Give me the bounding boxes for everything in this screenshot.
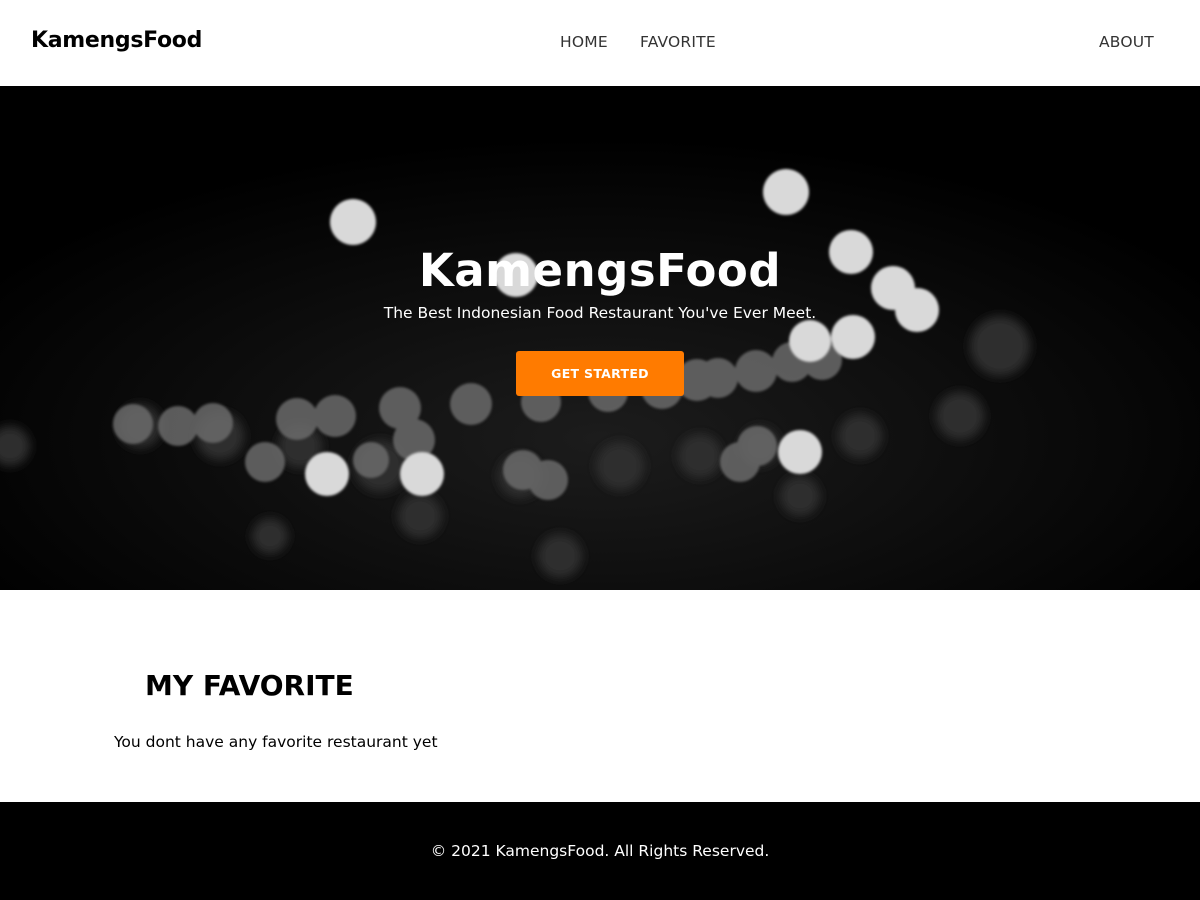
footer-copyright: © 2021 KamengsFood. All Rights Reserved. xyxy=(430,842,770,860)
footer: © 2021 KamengsFood. All Rights Reserved. xyxy=(0,802,1200,900)
hero-background-image xyxy=(0,86,1200,590)
hero-section: KamengsFood The Best Indonesian Food Res… xyxy=(0,86,1200,590)
section-title: MY FAVORITE xyxy=(145,669,354,702)
nav-link-about[interactable]: ABOUT xyxy=(1099,33,1154,51)
navbar: KamengsFood HOME FAVORITE ABOUT xyxy=(0,0,1200,86)
empty-favorites-message: You dont have any favorite restaurant ye… xyxy=(114,733,438,751)
nav-link-home[interactable]: HOME xyxy=(560,33,608,51)
get-started-button[interactable]: GET STARTED xyxy=(516,351,684,396)
brand-logo[interactable]: KamengsFood xyxy=(31,28,202,53)
favorites-section: MY FAVORITE You dont have any favorite r… xyxy=(0,590,1200,802)
nav-link-favorite[interactable]: FAVORITE xyxy=(640,33,716,51)
hero-title: KamengsFood xyxy=(418,244,782,297)
hero-tagline: The Best Indonesian Food Restaurant You'… xyxy=(383,304,817,322)
